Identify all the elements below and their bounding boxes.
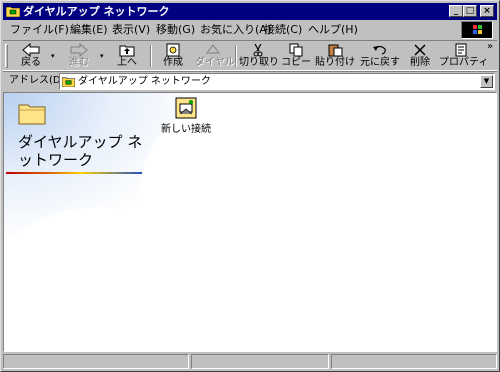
back-dropdown-icon[interactable]: ▾ <box>51 52 55 60</box>
new-connection-item[interactable]: 新しい接続 <box>156 97 216 136</box>
copy-label: コピー <box>281 57 311 68</box>
address-input[interactable]: ダイヤルアップ ネットワーク ▼ <box>59 73 495 90</box>
title-underline <box>6 172 142 174</box>
cut-button[interactable]: 切り取り <box>239 42 279 70</box>
dial-label: ダイヤル <box>195 57 235 68</box>
dial-icon <box>206 44 220 54</box>
undo-button[interactable]: 元に戻す <box>359 42 401 70</box>
window-title: ダイヤルアップ ネットワーク <box>23 5 170 18</box>
explorer-window: ダイヤルアップ ネットワーク _ □ × ファイル(F) 編集(E) 表示(V)… <box>0 0 500 372</box>
back-button[interactable]: 戻る <box>13 42 49 70</box>
forward-label: 進む <box>69 57 89 68</box>
up-label: 上へ <box>117 57 137 68</box>
folder-icon <box>18 104 46 125</box>
scissors-icon <box>253 43 263 57</box>
up-folder-icon <box>119 45 135 57</box>
address-bar: アドレス(D) ダイヤルアップ ネットワーク ▼ <box>3 71 497 91</box>
forward-button[interactable]: 進む <box>61 42 97 70</box>
paste-button[interactable]: 貼り付け <box>315 42 355 70</box>
create-label: 作成 <box>163 57 183 68</box>
toolbar-separator <box>235 45 237 67</box>
paste-label: 貼り付け <box>315 57 355 68</box>
new-connection-label: 新しい接続 <box>161 124 211 135</box>
forward-arrow-icon <box>70 43 88 57</box>
properties-label: プロパティ <box>439 57 489 68</box>
forward-dropdown-icon[interactable]: ▾ <box>100 52 104 60</box>
dialup-folder-icon <box>62 77 75 87</box>
folder-view[interactable]: ダイヤルアップ ネットワーク 新しい接続 <box>3 92 497 352</box>
menu-bar: ファイル(F) 編集(E) 表示(V) 移動(G) お気に入り(A) 接続(C)… <box>3 21 497 39</box>
address-dropdown-button[interactable]: ▼ <box>480 75 493 88</box>
back-label: 戻る <box>21 57 41 68</box>
status-pane-1 <box>3 354 189 369</box>
copy-button[interactable]: コピー <box>279 42 313 70</box>
address-label: アドレス(D) <box>9 75 65 86</box>
delete-button[interactable]: 削除 <box>405 42 435 70</box>
paste-icon <box>328 44 343 57</box>
windows-logo-icon <box>473 25 482 34</box>
close-button[interactable]: × <box>480 5 494 17</box>
windows-logo-throbber <box>461 21 493 39</box>
maximize-button[interactable]: □ <box>463 5 477 17</box>
properties-button[interactable]: プロパティ <box>439 42 489 70</box>
minimize-button[interactable]: _ <box>449 5 463 17</box>
delete-label: 削除 <box>410 57 430 68</box>
toolbar-separator <box>150 45 152 67</box>
title-bar[interactable]: ダイヤルアップ ネットワーク _ □ × <box>3 3 497 20</box>
status-bar <box>3 354 497 370</box>
menu-view[interactable]: 表示(V) <box>109 21 153 39</box>
address-value: ダイヤルアップ ネットワーク <box>78 76 211 87</box>
new-connection-icon <box>175 97 197 119</box>
undo-label: 元に戻す <box>360 57 400 68</box>
copy-icon <box>289 43 303 57</box>
menu-edit[interactable]: 編集(E) <box>67 21 111 39</box>
delete-x-icon <box>414 44 426 56</box>
menu-go[interactable]: 移動(G) <box>153 21 198 39</box>
create-button[interactable]: 作成 <box>155 42 191 70</box>
folder-title: ダイヤルアップ ネットワーク <box>18 133 143 169</box>
create-icon <box>166 43 180 57</box>
cut-label: 切り取り <box>239 57 279 68</box>
up-button[interactable]: 上へ <box>109 42 145 70</box>
properties-icon <box>455 43 467 57</box>
menu-help[interactable]: ヘルプ(H) <box>305 21 361 39</box>
menu-connect[interactable]: 接続(C) <box>261 21 305 39</box>
status-pane-2 <box>191 354 329 369</box>
toolbar-grip[interactable] <box>5 44 8 68</box>
undo-icon <box>373 45 386 55</box>
dialup-folder-icon <box>6 6 20 17</box>
standard-toolbar: 戻る ▾ 進む ▾ 上へ 作成 ダイヤル 切り取り コピー 貼り付け 元に戻す … <box>3 40 497 71</box>
toolbar-overflow-chevron[interactable]: » <box>487 41 493 52</box>
menu-file[interactable]: ファイル(F) <box>7 21 72 39</box>
status-pane-3 <box>331 354 497 369</box>
dial-button[interactable]: ダイヤル <box>195 42 235 70</box>
back-arrow-icon <box>22 43 40 57</box>
